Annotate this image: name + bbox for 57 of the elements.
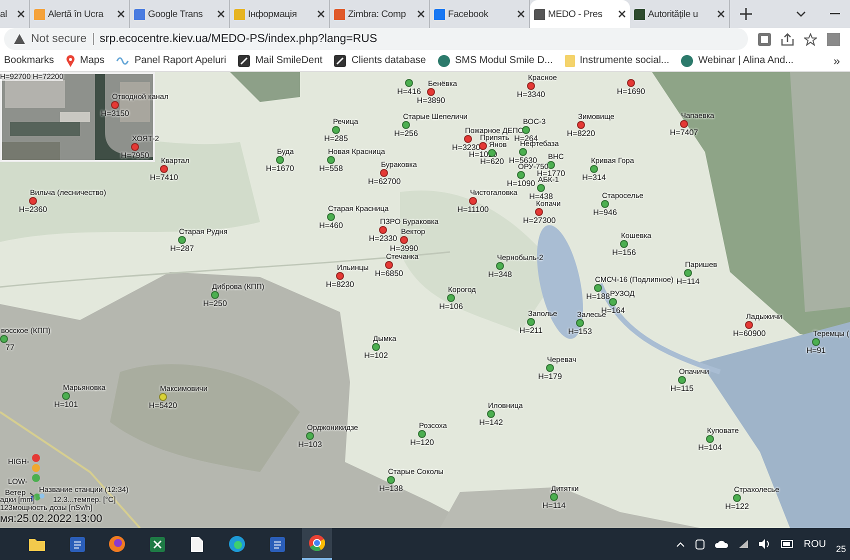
close-icon[interactable]: [217, 10, 225, 18]
star-icon[interactable]: [804, 32, 817, 46]
logo-icon: [34, 8, 45, 20]
page-icon: [564, 54, 575, 66]
bookmark[interactable]: Mail SmileDent: [238, 54, 322, 66]
close-icon[interactable]: [618, 10, 626, 18]
more-bookmarks[interactable]: »: [833, 54, 840, 68]
browser-icon: [229, 536, 245, 552]
extension-icon[interactable]: [827, 32, 840, 46]
folder-icon: [29, 538, 45, 550]
bookmark[interactable]: SMS Modul Smile D...: [438, 54, 553, 66]
logo-icon: [334, 8, 345, 20]
new-tab-icon[interactable]: [740, 8, 752, 20]
logo-icon: [438, 54, 450, 66]
taskbar-app[interactable]: [302, 528, 332, 560]
close-icon[interactable]: [517, 10, 525, 18]
share-icon[interactable]: [781, 32, 794, 46]
logo-icon: [234, 8, 245, 20]
minimize-icon[interactable]: [830, 13, 840, 15]
translate-icon[interactable]: [758, 32, 771, 46]
language-indicator[interactable]: ROU: [804, 538, 826, 550]
logo-icon: [334, 54, 346, 66]
camera-icon[interactable]: [694, 538, 705, 550]
close-icon[interactable]: [417, 10, 425, 18]
logo-icon: [134, 8, 145, 20]
document-icon: [270, 536, 284, 552]
browser-tab[interactable]: MEDO - Pres: [530, 0, 630, 28]
close-icon[interactable]: [317, 10, 325, 18]
logo-icon: [238, 54, 250, 66]
document-icon: [70, 536, 84, 552]
bookmark[interactable]: Clients database: [334, 54, 426, 66]
address-field[interactable]: Not secure srp.ecocentre.kiev.ua/MEDO-PS/index.php?lang=RUS: [4, 28, 748, 50]
browser-icon: [109, 536, 125, 552]
chevron-icon[interactable]: [796, 11, 806, 17]
battery-icon[interactable]: [780, 540, 794, 548]
close-icon[interactable]: [117, 10, 125, 18]
bookmark[interactable]: Instrumente social...: [564, 54, 670, 66]
close-icon[interactable]: [17, 10, 25, 18]
bookmark[interactable]: Maps: [66, 54, 104, 66]
logo-icon: [434, 8, 445, 20]
logo-icon: [534, 8, 545, 20]
wifi-icon[interactable]: [738, 539, 749, 549]
page-icon: [191, 536, 203, 552]
close-icon[interactable]: [717, 10, 725, 18]
bookmark[interactable]: Panel Raport Apeluri: [116, 55, 226, 66]
speaker-icon[interactable]: [758, 539, 771, 549]
pin-icon: [66, 54, 76, 66]
bookmark[interactable]: Webinar | Alina And...: [681, 54, 794, 66]
spreadsheet-icon: [150, 536, 164, 552]
logo-icon: [634, 8, 645, 20]
bookmark[interactable]: Bookmarks: [4, 55, 54, 66]
wave-icon: [116, 56, 130, 64]
browser-icon: [309, 535, 325, 551]
cloud-icon[interactable]: [714, 540, 728, 548]
warning-icon: [14, 34, 25, 44]
clock[interactable]: 25: [836, 544, 846, 554]
logo-icon: [681, 54, 694, 66]
